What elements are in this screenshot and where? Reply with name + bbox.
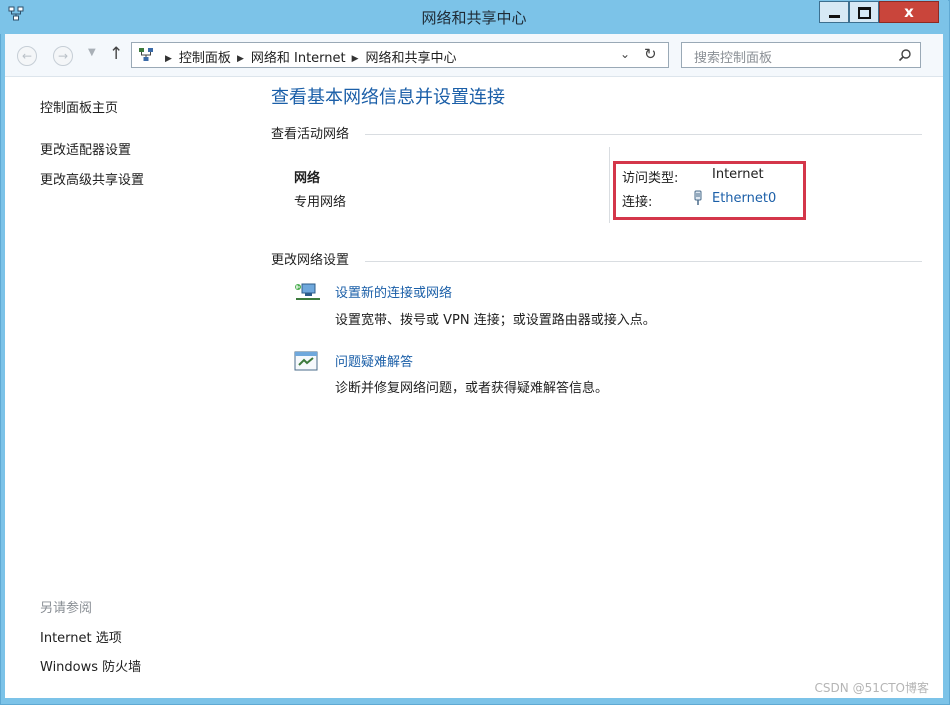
content-area: 控制面板主页 更改适配器设置 更改高级共享设置 另请参阅 Internet 选项… [5,77,943,698]
control-panel-icon [139,48,153,61]
sidebar-item-windows-firewall[interactable]: Windows 防火墙 [40,656,141,675]
breadcrumb-item[interactable]: 控制面板 [179,51,231,66]
chevron-right-icon[interactable]: ▶ [237,54,244,64]
breadcrumb: ▶ 控制面板 ▶ 网络和 Internet ▶ 网络和共享中心 [159,47,457,66]
change-settings-heading: 更改网络设置 [271,253,350,268]
window-title: 网络和共享中心 [421,9,527,27]
ethernet-icon [694,190,702,205]
up-button[interactable]: ↑ [109,44,123,64]
new-connection-icon [295,283,320,300]
navigation-toolbar: ← → ▼ ↑ ▶ 控制面板 ▶ 网络和 Internet ▶ 网络和共享中心 ⌄ ↻ 搜… [5,34,943,77]
chevron-right-icon[interactable]: ▶ [352,54,359,64]
address-bar[interactable]: ▶ 控制面板 ▶ 网络和 Internet ▶ 网络和共享中心 ⌄ ↻ [131,42,669,68]
search-input[interactable]: 搜索控制面板 [681,42,921,68]
chevron-down-icon[interactable]: ⌄ [620,47,630,61]
arrow-right-icon: → [57,49,69,63]
refresh-icon[interactable]: ↻ [644,45,657,63]
forward-button[interactable]: → [53,46,73,66]
search-placeholder: 搜索控制面板 [694,51,773,66]
troubleshoot-link[interactable]: 问题疑难解答 [335,351,413,370]
setup-connection-link[interactable]: 设置新的连接或网络 [335,282,452,301]
network-type: 专用网络 [294,195,347,210]
title-bar[interactable]: 网络和共享中心 x [0,0,948,34]
sidebar-item-internet-options[interactable]: Internet 选项 [40,627,122,646]
access-type-value: Internet [712,167,764,182]
chevron-right-icon[interactable]: ▶ [165,54,172,64]
breadcrumb-item[interactable]: 网络和共享中心 [366,51,457,66]
arrow-left-icon: ← [21,49,33,63]
watermark: CSDN @51CTO博客 [814,681,929,695]
sidebar-item-control-panel-home[interactable]: 控制面板主页 [40,97,118,116]
divider [365,134,922,135]
network-name: 网络 [294,171,321,186]
setup-connection-description: 设置宽带、拨号或 VPN 连接；或设置路由器或接入点。 [335,313,656,328]
breadcrumb-item[interactable]: 网络和 Internet [251,51,346,66]
active-networks-heading: 查看活动网络 [271,127,350,142]
close-button[interactable]: x [879,1,939,23]
divider [365,261,922,262]
connection-link[interactable]: Ethernet0 [712,191,776,206]
maximize-button[interactable] [849,1,879,23]
back-button[interactable]: ← [17,46,37,66]
connection-label: 连接: [622,195,653,210]
page-title: 查看基本网络信息并设置连接 [271,87,505,108]
sidebar-item-adapter-settings[interactable]: 更改适配器设置 [40,139,131,158]
recent-locations-dropdown[interactable]: ▼ [88,47,96,58]
divider [609,147,610,223]
search-icon[interactable] [898,48,912,62]
see-also-heading: 另请参阅 [40,601,93,616]
access-type-label: 访问类型: [622,171,679,186]
troubleshoot-icon [294,351,318,371]
troubleshoot-description: 诊断并修复网络问题，或者获得疑难解答信息。 [335,381,609,396]
sidebar-item-advanced-sharing[interactable]: 更改高级共享设置 [40,169,144,188]
close-icon: x [904,3,914,21]
minimize-button[interactable] [819,1,849,23]
